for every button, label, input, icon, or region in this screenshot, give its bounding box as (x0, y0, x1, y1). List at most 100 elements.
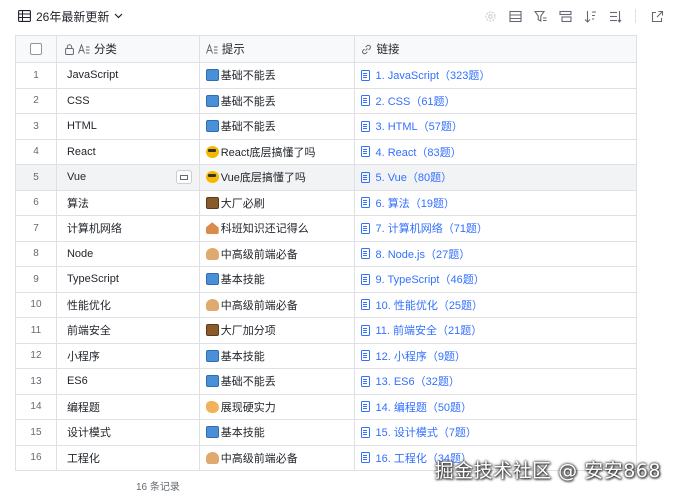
table-row[interactable]: 2 CSS 基础不能丢 2. CSS（61题） (16, 88, 637, 114)
document-link[interactable]: 1. JavaScript（323题） (375, 67, 490, 83)
link-cell[interactable]: 8. Node.js（27题） (355, 241, 637, 267)
column-header-category[interactable]: 分类 (56, 36, 200, 63)
table-row[interactable]: 12 小程序 基本技能 12. 小程序（9题） (16, 343, 637, 369)
tip-cell[interactable]: 大厂必刷 (199, 190, 356, 216)
category-cell[interactable]: Vue (56, 165, 200, 191)
table-row[interactable]: 4 React React底层搞懂了吗 4. React（83题） (16, 139, 637, 165)
link-cell[interactable]: 9. TypeScript（46题） (355, 267, 637, 293)
tip-cell[interactable]: 基本技能 (199, 420, 356, 446)
sort-icon[interactable] (580, 6, 600, 26)
link-cell[interactable]: 11. 前端安全（21题） (355, 318, 637, 344)
document-link[interactable]: 8. Node.js（27题） (375, 246, 470, 262)
tip-cell[interactable]: 基础不能丢 (199, 369, 356, 395)
link-cell[interactable]: 14. 编程题（50题） (355, 394, 637, 420)
arm-emoji-icon (205, 400, 219, 413)
tip-cell[interactable]: 基础不能丢 (199, 63, 356, 89)
table-row[interactable]: 3 HTML 基础不能丢 3. HTML（57题） (16, 114, 637, 140)
expand-record-button[interactable] (175, 170, 192, 184)
tip-cell[interactable]: 基础不能丢 (199, 88, 356, 114)
category-cell[interactable]: React (56, 139, 200, 165)
share-icon[interactable] (647, 6, 667, 26)
category-cell[interactable]: 编程题 (56, 394, 200, 420)
category-cell[interactable]: JavaScript (56, 63, 200, 89)
category-cell[interactable]: 计算机网络 (56, 216, 200, 242)
document-link[interactable]: 14. 编程题（50题） (375, 399, 472, 415)
settings-icon[interactable] (480, 6, 500, 26)
link-cell[interactable]: 3. HTML（57题） (355, 114, 637, 140)
link-cell[interactable]: 7. 计算机网络（71题） (355, 216, 637, 242)
category-cell[interactable]: TypeScript (56, 267, 200, 293)
category-cell[interactable]: ES6 (56, 369, 200, 395)
table-row[interactable]: 8 Node 中高级前端必备 8. Node.js（27题） (16, 241, 637, 267)
tip-cell[interactable]: 基本技能 (199, 267, 356, 293)
category-cell[interactable]: 设计模式 (56, 420, 200, 446)
document-link[interactable]: 3. HTML（57题） (375, 118, 462, 134)
tip-cell[interactable]: React底层搞懂了吗 (199, 139, 356, 165)
link-cell[interactable]: 6. 算法（19题） (355, 190, 637, 216)
field-config-icon[interactable] (605, 6, 625, 26)
category-cell[interactable]: 性能优化 (56, 292, 200, 318)
category-cell[interactable]: 工程化 (56, 445, 200, 471)
tip-text: React底层搞懂了吗 (220, 146, 316, 159)
link-cell[interactable]: 13. ES6（32题） (355, 369, 637, 395)
document-link[interactable]: 10. 性能优化（25题） (375, 297, 483, 313)
link-cell[interactable]: 2. CSS（61题） (355, 88, 637, 114)
tip-cell[interactable]: 中高级前端必备 (199, 445, 356, 471)
document-link[interactable]: 5. Vue（80题） (375, 169, 452, 185)
link-cell[interactable]: 10. 性能优化（25题） (355, 292, 637, 318)
category-cell[interactable]: CSS (56, 88, 200, 114)
document-link[interactable]: 15. 设计模式（7题） (375, 424, 476, 440)
table-row[interactable]: 5 Vue Vue底层搞懂了吗 5. Vue（80题） (16, 165, 637, 191)
table-row[interactable]: 15 设计模式 基本技能 15. 设计模式（7题） (16, 420, 637, 446)
document-link[interactable]: 6. 算法（19题） (375, 195, 454, 211)
document-link[interactable]: 7. 计算机网络（71题） (375, 220, 487, 236)
text-field-icon (205, 44, 218, 54)
category-cell[interactable]: 小程序 (56, 343, 200, 369)
tip-cell[interactable]: 中高级前端必备 (199, 292, 356, 318)
link-cell[interactable]: 15. 设计模式（7题） (355, 420, 637, 446)
document-link[interactable]: 11. 前端安全（21题） (375, 322, 482, 338)
tip-text: 大厂加分项 (220, 325, 276, 338)
tip-cell[interactable]: 基础不能丢 (199, 114, 356, 140)
tip-cell[interactable]: 中高级前端必备 (199, 241, 356, 267)
document-link[interactable]: 13. ES6（32题） (375, 373, 459, 389)
column-header-tip[interactable]: 提示 (199, 36, 356, 63)
table-row[interactable]: 13 ES6 基础不能丢 13. ES6（32题） (16, 369, 637, 395)
category-cell[interactable]: HTML (56, 114, 200, 140)
category-text: 算法 (66, 197, 89, 210)
category-cell[interactable]: 前端安全 (56, 318, 200, 344)
table-row[interactable]: 7 计算机网络 科班知识还记得么 7. 计算机网络（71题） (16, 216, 637, 242)
category-text: Vue (66, 171, 87, 184)
row-height-icon[interactable] (505, 6, 525, 26)
select-all-cell (16, 36, 57, 63)
document-link[interactable]: 2. CSS（61题） (375, 93, 455, 109)
link-cell[interactable]: 1. JavaScript（323题） (355, 63, 637, 89)
document-link[interactable]: 4. React（83题） (375, 144, 461, 160)
link-cell[interactable]: 4. React（83题） (355, 139, 637, 165)
table-row[interactable]: 14 编程题 展现硬实力 14. 编程题（50题） (16, 394, 637, 420)
table-row[interactable]: 9 TypeScript 基本技能 9. TypeScript（46题） (16, 267, 637, 293)
link-cell[interactable]: 12. 小程序（9题） (355, 343, 637, 369)
view-switcher[interactable]: 26年最新更新 (18, 6, 123, 26)
book-emoji-icon (205, 375, 219, 388)
table-row[interactable]: 6 算法 大厂必刷 6. 算法（19题） (16, 190, 637, 216)
table-row[interactable]: 10 性能优化 中高级前端必备 10. 性能优化（25题） (16, 292, 637, 318)
group-icon[interactable] (555, 6, 575, 26)
select-all-checkbox[interactable] (29, 43, 42, 55)
table-row[interactable]: 1 JavaScript 基础不能丢 1. JavaScript（323题） (16, 63, 637, 89)
tip-cell[interactable]: 大厂加分项 (199, 318, 356, 344)
tip-cell[interactable]: 基本技能 (199, 343, 356, 369)
table-row[interactable]: 11 前端安全 大厂加分项 11. 前端安全（21题） (16, 318, 637, 344)
column-header-link[interactable]: 链接 (355, 36, 638, 63)
category-cell[interactable]: Node (56, 241, 200, 267)
document-link[interactable]: 12. 小程序（9题） (375, 348, 465, 364)
category-text: 编程题 (66, 401, 100, 414)
tip-cell[interactable]: 科班知识还记得么 (199, 216, 356, 242)
link-cell[interactable]: 5. Vue（80题） (355, 165, 637, 191)
document-link[interactable]: 9. TypeScript（46题） (375, 271, 484, 287)
document-icon (361, 324, 371, 336)
tip-cell[interactable]: Vue底层搞懂了吗 (199, 165, 356, 191)
tip-cell[interactable]: 展现硬实力 (199, 394, 356, 420)
category-cell[interactable]: 算法 (56, 190, 200, 216)
filter-icon[interactable] (530, 6, 550, 26)
